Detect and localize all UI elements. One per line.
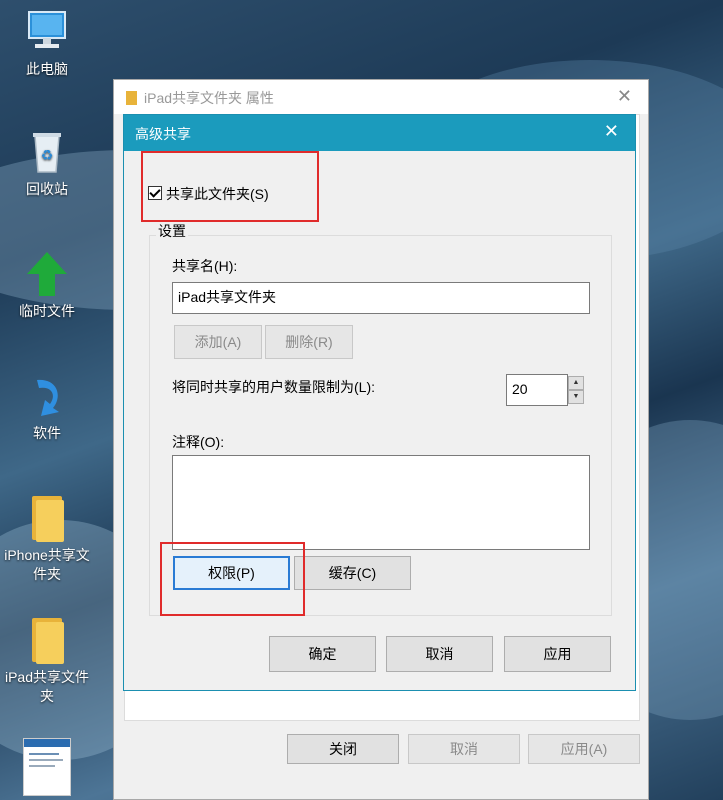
properties-title: iPad共享文件夹 属性 <box>144 90 274 106</box>
computer-icon <box>23 8 71 56</box>
desktop-icon-document[interactable] <box>2 738 92 800</box>
close-icon[interactable]: ✕ <box>617 86 632 107</box>
user-limit-field[interactable]: 20 <box>506 374 568 406</box>
close-icon[interactable]: ✕ <box>604 121 619 142</box>
properties-titlebar: iPad共享文件夹 属性 ✕ <box>114 80 648 114</box>
desktop-icon-temp-files[interactable]: 临时文件 <box>2 250 92 321</box>
cancel-button[interactable]: 取消 <box>386 636 493 672</box>
folder-icon <box>28 494 66 542</box>
desktop-icon-label: 软件 <box>33 425 61 441</box>
user-limit-label: 将同时共享的用户数量限制为(L): <box>172 379 375 395</box>
add-button[interactable]: 添加(A) <box>174 325 262 359</box>
highlight-box-permissions <box>160 542 305 616</box>
dialog-titlebar: 高级共享 ✕ <box>124 115 635 151</box>
apply-button[interactable]: 应用(A) <box>528 734 640 764</box>
spin-down-button[interactable]: ▼ <box>568 390 584 404</box>
highlight-box-share-checkbox <box>141 151 319 222</box>
desktop-icon-label: iPad共享文件夹 <box>4 669 90 704</box>
spin-up-button[interactable]: ▲ <box>568 376 584 390</box>
caching-button[interactable]: 缓存(C) <box>294 556 411 590</box>
share-name-field[interactable]: iPad共享文件夹 <box>172 282 590 314</box>
share-name-label: 共享名(H): <box>172 258 238 274</box>
settings-group-label: 设置 <box>156 221 188 241</box>
desktop-icon-label: 回收站 <box>26 181 68 197</box>
document-thumbnail-icon <box>23 738 71 796</box>
desktop-icon-label: 此电脑 <box>26 61 68 77</box>
svg-text:♻: ♻ <box>41 148 54 164</box>
desktop-icon-label: 临时文件 <box>19 303 75 319</box>
desktop-icon-this-pc[interactable]: 此电脑 <box>2 8 92 79</box>
apply-button[interactable]: 应用 <box>504 636 611 672</box>
comment-field[interactable] <box>172 455 590 550</box>
green-arrow-icon <box>23 250 71 298</box>
desktop-icon-ipad-folder[interactable]: iPad共享文件夹 <box>2 616 92 706</box>
desktop-icon-software[interactable]: 软件 <box>2 372 92 443</box>
remove-button[interactable]: 删除(R) <box>265 325 353 359</box>
folder-icon <box>28 616 66 664</box>
desktop-icon-label: iPhone共享文件夹 <box>4 547 90 582</box>
desktop-icon-iphone-folder[interactable]: iPhone共享文件夹 <box>2 494 92 584</box>
ok-button[interactable]: 确定 <box>269 636 376 672</box>
comment-label: 注释(O): <box>172 434 225 450</box>
blue-arrow-icon <box>23 372 71 420</box>
folder-icon <box>126 91 137 105</box>
dialog-title: 高级共享 <box>135 126 191 142</box>
recycle-bin-icon: ♻ <box>23 128 71 176</box>
cancel-button[interactable]: 取消 <box>408 734 520 764</box>
close-button[interactable]: 关闭 <box>287 734 399 764</box>
desktop-icon-recycle-bin[interactable]: ♻ 回收站 <box>2 128 92 199</box>
